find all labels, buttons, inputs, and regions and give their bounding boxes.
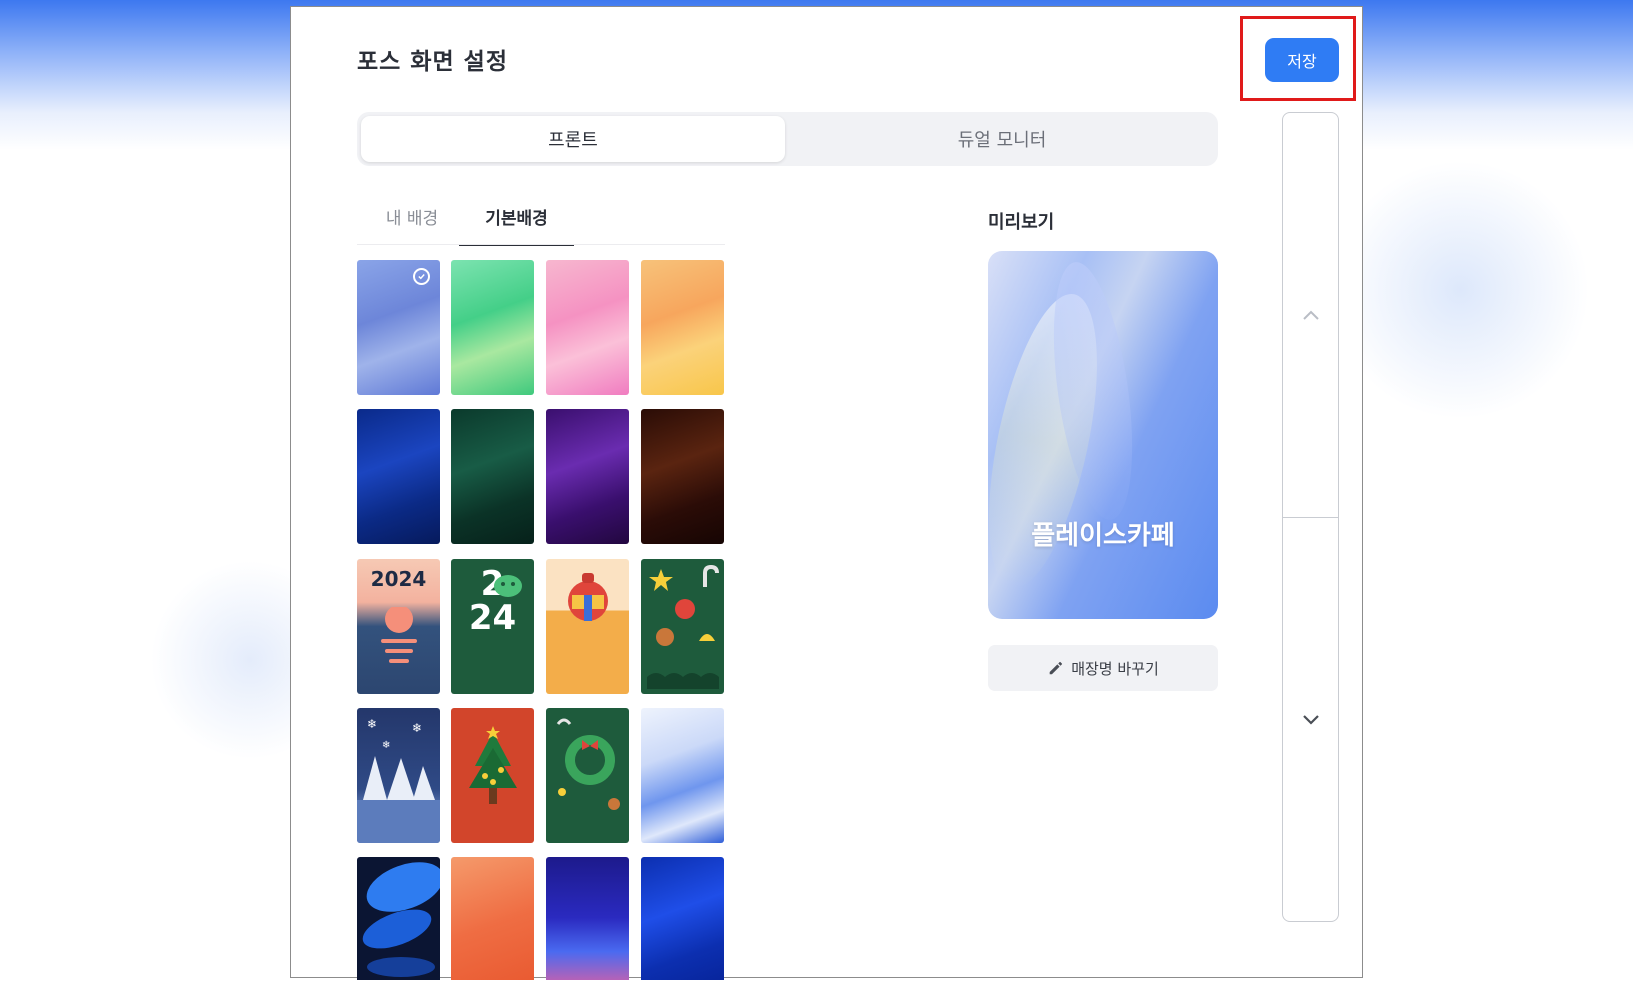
thumbnail-blue-ribbons[interactable] [357,857,440,980]
thumbnail-christmas-tree[interactable] [451,708,534,843]
tab-my-background[interactable]: 내 배경 [370,204,454,244]
wreath-icon [556,718,620,810]
rename-store-label: 매장명 바꾸기 [1071,659,1159,678]
tile-year-digits-bottom: 24 [468,598,517,638]
page-scroller [1282,112,1339,922]
page-title: 포스 화면 설정 [357,49,508,75]
chevron-down-icon [1302,714,1319,725]
dragon-icon [494,575,522,597]
preview-screen: 플레이스카페 [988,251,1218,619]
ribbon-shapes [362,862,440,977]
christmas-tree-icon [469,726,517,804]
thumbnail-cobalt-shapes[interactable] [641,857,724,980]
thumbnail-brown-gradient[interactable] [641,409,724,544]
christmas-ornaments-icon [647,565,719,689]
rename-store-button[interactable]: 매장명 바꾸기 [988,645,1218,691]
segment-dual-monitor[interactable]: 듀얼 모니터 [790,116,1214,162]
preview-title: 미리보기 [988,212,1055,233]
store-name: 플레이스카페 [1031,521,1175,551]
tile-year-label: 2024 [370,567,427,591]
svg-text:❄: ❄ [367,717,377,731]
pencil-icon [1049,661,1063,675]
scroll-down-button[interactable] [1283,518,1338,921]
svg-text:❄: ❄ [412,721,422,735]
save-button[interactable]: 저장 [1265,38,1339,82]
lucky-bag-icon [568,573,608,621]
thumbnail-snowy-trees[interactable]: ❄ ❄ ❄ [357,708,440,843]
snowy-trees-icon: ❄ ❄ ❄ [357,717,440,843]
thumbnail-pink-gradient[interactable] [546,260,629,395]
thumbnail-dark-green-gradient[interactable] [451,409,534,544]
tab-default-background[interactable]: 기본배경 [459,204,574,246]
background-glow [1330,160,1590,420]
segment-front[interactable]: 프론트 [361,116,785,162]
thumbnail-lucky-bag[interactable] [546,559,629,694]
thumbnail-2024-dragon[interactable]: 2 24 [451,559,534,694]
thumbnail-purple-gradient[interactable] [546,409,629,544]
thumbnail-2024-sunset[interactable]: 2024 [357,559,440,694]
thumbnail-christmas-ornaments[interactable] [641,559,724,694]
thumbnail-orange-gradient[interactable] [641,260,724,395]
thumbnail-orange-shapes[interactable] [451,857,534,980]
selected-check-icon [413,268,430,285]
svg-text:❄: ❄ [382,740,390,751]
background-thumbnail-grid: 2024 2 24 ❄ ❄ ❄ [357,260,727,980]
scroll-up-button[interactable] [1283,113,1338,517]
thumbnail-christmas-wreath[interactable] [546,708,629,843]
screen-segmented-control: 프론트 듀얼 모니터 [357,112,1218,166]
thumbnail-blue-gradient[interactable] [357,260,440,395]
thumbnail-indigo-shapes[interactable] [546,857,629,980]
tabs-divider [357,244,725,245]
thumbnail-navy-gradient[interactable] [357,409,440,544]
thumbnail-blue-waves[interactable] [641,708,724,843]
sun-reflection-icon [381,607,417,663]
thumbnail-green-gradient[interactable] [451,260,534,395]
chevron-up-icon [1302,310,1319,320]
